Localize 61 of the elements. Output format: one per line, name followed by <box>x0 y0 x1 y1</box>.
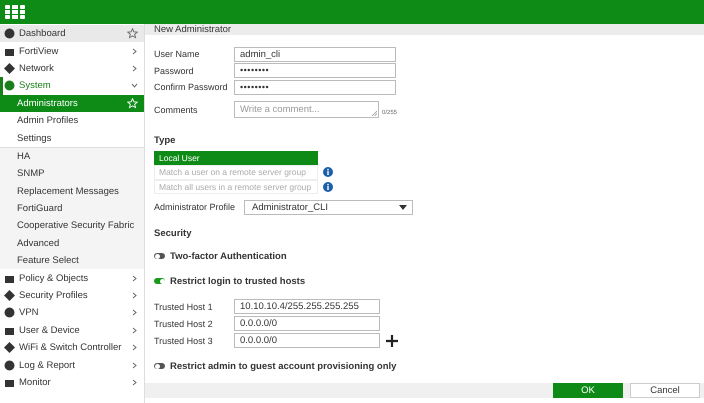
field-label: Trusted Host 2 <box>154 318 214 328</box>
page-title: New Administrator <box>145 24 704 35</box>
add-icon[interactable] <box>386 334 398 346</box>
section-heading: Security <box>154 228 192 239</box>
input-field[interactable]: 0.0.0.0/0 <box>234 333 380 348</box>
sidebar-subitem[interactable]: Replacement Messages <box>0 182 144 200</box>
toggle-switch[interactable] <box>154 363 165 369</box>
ok-button[interactable]: OK <box>553 383 623 398</box>
logo-icon <box>5 5 25 19</box>
field-label: Confirm Password <box>154 82 229 92</box>
field-label: User Name <box>154 49 201 60</box>
sidebar-subitem[interactable]: Cooperative Security Fabric <box>0 217 144 235</box>
toggle-switch[interactable] <box>154 278 165 284</box>
input-field[interactable]: •••••••• <box>234 63 396 78</box>
menu-icon <box>4 377 15 388</box>
section-heading: Type <box>154 134 176 146</box>
field-label: Trusted Host 3 <box>154 336 214 346</box>
chevron-icon <box>131 48 138 55</box>
toggle-label: Restrict admin to guest account provisioning only <box>170 360 396 372</box>
info-icon[interactable] <box>323 182 333 192</box>
chevron-icon <box>131 292 138 300</box>
menu-icon <box>4 307 15 318</box>
type-option[interactable]: Local User <box>154 150 318 165</box>
sidebar-subitem[interactable]: HA <box>0 146 144 166</box>
menu-icon <box>4 62 15 74</box>
toggle-switch[interactable] <box>154 253 165 259</box>
star-icon[interactable] <box>127 28 138 40</box>
sidebar-subitem[interactable]: FortiGuard <box>0 200 144 218</box>
toggle-label: Two-factor Authentication <box>170 250 287 262</box>
chevron-icon <box>131 64 138 72</box>
menu-icon <box>4 28 15 40</box>
chevron-icon <box>131 309 138 316</box>
field-label: Administrator Profile <box>154 202 236 212</box>
chevron-icon <box>131 82 138 90</box>
resize-grip-icon[interactable] <box>371 110 377 116</box>
chevron-icon <box>131 362 138 369</box>
chevron-icon <box>131 344 138 352</box>
chevron-icon <box>131 274 138 282</box>
sidebar-subitem[interactable]: Administrators <box>0 94 144 112</box>
caret-icon <box>399 204 407 210</box>
input-field[interactable]: 0.0.0.0/0 <box>234 316 380 331</box>
info-icon[interactable] <box>323 167 333 178</box>
input-field[interactable]: admin_cli <box>234 46 396 62</box>
menu-icon <box>4 290 15 302</box>
cancel-button[interactable]: Cancel <box>630 383 700 398</box>
field-label: Password <box>154 66 195 76</box>
sidebar-item[interactable]: Dashboard <box>0 25 144 42</box>
field-label: Comments <box>154 104 199 114</box>
sidebar-subitem[interactable]: SNMP <box>0 165 144 183</box>
toggle-label: Restrict login to trusted hosts <box>170 276 306 286</box>
menu-icon <box>4 80 15 92</box>
sidebar-subitem[interactable]: Advanced <box>0 234 144 252</box>
menu-icon <box>4 342 15 354</box>
chevron-icon <box>131 326 138 334</box>
profile-dropdown[interactable]: Administrator_CLI <box>244 200 413 214</box>
input-field[interactable]: 10.10.10.4/255.255.255.255 <box>234 299 380 314</box>
field-label: Trusted Host 1 <box>154 302 214 312</box>
sidebar-subitem[interactable]: Feature Select <box>0 252 144 270</box>
input-field[interactable]: •••••••• <box>234 80 396 95</box>
menu-icon <box>4 360 15 371</box>
chevron-icon <box>131 379 138 386</box>
